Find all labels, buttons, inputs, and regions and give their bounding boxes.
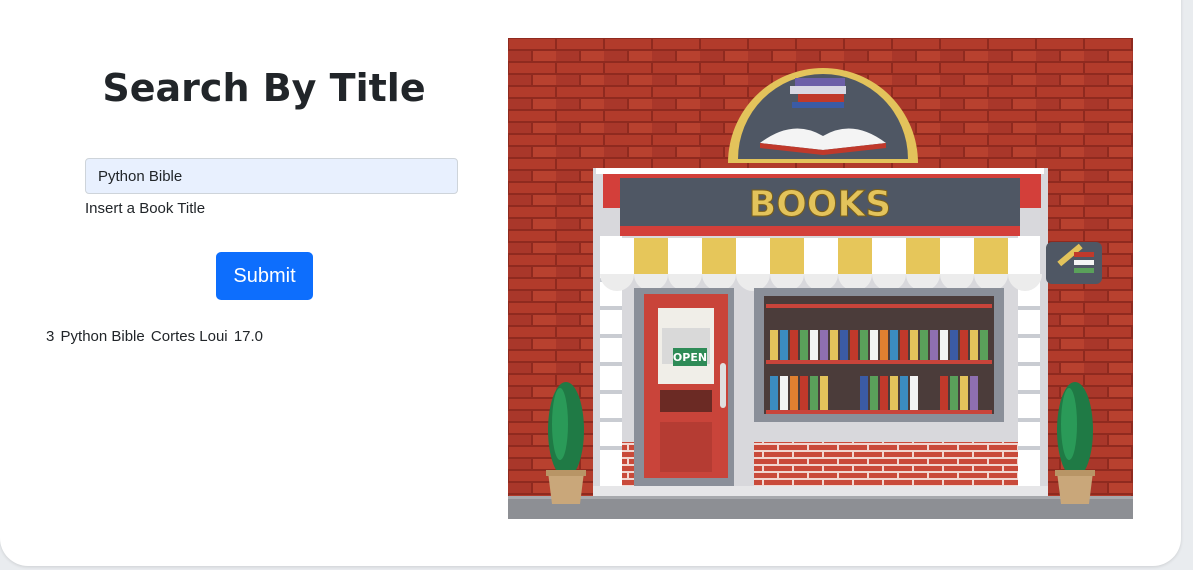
result-id: 3 <box>46 328 55 345</box>
plant-right-icon <box>1055 382 1095 504</box>
svg-text:BOOKS: BOOKS <box>749 184 891 225</box>
books-sign: BOOKS <box>620 178 1020 236</box>
result-author: Cortes Loui <box>150 328 228 345</box>
book-title-input[interactable] <box>85 158 458 194</box>
input-hint: Insert a Book Title <box>85 200 206 217</box>
result-price: 17.0 <box>233 328 264 345</box>
door: OPEN <box>634 288 734 486</box>
submit-button[interactable]: Submit <box>216 252 313 300</box>
plant-left-icon <box>546 382 586 504</box>
shop-window <box>754 288 1004 422</box>
page-title: Search By Title <box>102 66 426 110</box>
open-sign: OPEN <box>673 351 707 364</box>
result-title: Python Bible <box>60 328 145 345</box>
bookstore-illustration: BOOKS OPEN <box>508 38 1133 519</box>
result-row: 3 Python Bible Cortes Loui 17.0 <box>46 328 265 345</box>
hanging-book-sign-icon <box>1046 242 1102 284</box>
